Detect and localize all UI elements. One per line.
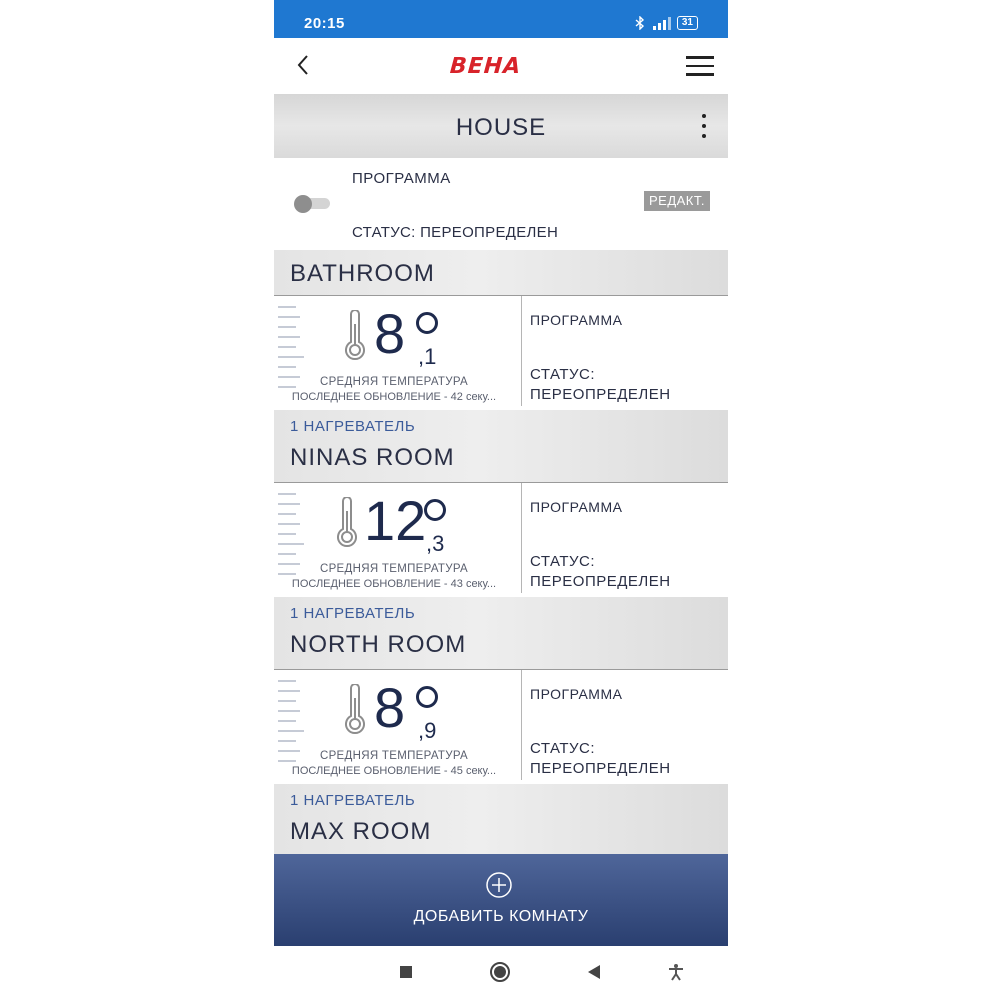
room-name: MAX ROOM [290,818,432,845]
accessibility-icon [669,964,683,981]
card-divider [521,670,522,780]
room-name: BATHROOM [290,260,435,287]
last-update-label: ПОСЛЕДНЕЕ ОБНОВЛЕНИЕ - 45 секу... [291,765,497,777]
program-label: ПРОГРАММА [352,170,451,187]
beha-logo: BEHA [449,54,523,79]
room-header-bathroom[interactable]: BATHROOM [274,250,728,295]
program-toggle[interactable] [294,195,330,213]
home-button[interactable] [488,960,512,984]
status-time: 20:15 [304,15,345,32]
hamburger-line [686,64,714,67]
room-program-label: ПРОГРАММА [530,499,623,515]
add-room-label: ДОБАВИТЬ КОМНАТУ [413,908,589,925]
room-status-value: ПЕРЕОПРЕДЕЛЕН [530,573,671,590]
room-program-label: ПРОГРАММА [530,312,623,328]
edit-button[interactable]: РЕДАКТ. [643,191,710,211]
heater-count: 1 НАГРЕВАТЕЛЬ [290,792,416,809]
house-options-button[interactable] [700,114,708,138]
add-room-button[interactable]: ДОБАВИТЬ КОМНАТУ [274,854,728,946]
menu-button[interactable] [686,52,714,78]
room-program-label: ПРОГРАММА [530,686,623,702]
thermometer-icon [345,684,365,735]
room-status-value: ПЕРЕОПРЕДЕЛЕН [530,386,671,403]
back-button[interactable] [288,50,318,80]
last-update-label: ПОСЛЕДНЕЕ ОБНОВЛЕНИЕ - 42 секу... [291,391,497,403]
degree-symbol [416,312,438,334]
app-bar: BEHA [274,38,728,94]
temperature-value: 8 [374,676,406,739]
hamburger-line [686,73,714,76]
circle-icon [490,962,510,982]
program-status: СТАТУС: ПЕРЕОПРЕДЕЛЕН [352,224,559,241]
heater-count: 1 НАГРЕВАТЕЛЬ [290,418,416,435]
square-icon [400,966,412,978]
room-header-north-room[interactable]: 1 НАГРЕВАТЕЛЬ NORTH ROOM [274,597,728,669]
temperature-decimal: ,3 [426,531,445,556]
card-divider [521,483,522,593]
recent-apps-button[interactable] [394,960,418,984]
room-name: NORTH ROOM [290,631,467,658]
room-status-label: СТАТУС: [530,553,596,570]
battery-icon: 31 [676,16,698,30]
average-temperature-label: СРЕДНЯЯ ТЕМПЕРАТУРА [319,376,469,388]
bluetooth-icon [635,16,644,30]
thermometer-icon [345,310,365,361]
chevron-left-icon [297,55,308,75]
card-divider [521,296,522,406]
average-temperature-label: СРЕДНЯЯ ТЕМПЕРАТУРА [319,563,469,575]
kebab-dot [702,114,706,118]
system-back-button[interactable] [582,960,606,984]
signal-icon [652,17,671,30]
degree-symbol [424,499,446,521]
status-icons: 31 [635,14,698,32]
room-name: NINAS ROOM [290,444,455,471]
system-nav-bar [274,946,728,1000]
house-title: HOUSE [455,114,547,141]
heater-count: 1 НАГРЕВАТЕЛЬ [290,605,416,622]
temperature-decimal: ,1 [418,344,437,369]
status-bar: 20:15 31 [274,0,728,38]
room-card-bathroom[interactable]: 8 ,1 СРЕДНЯЯ ТЕМПЕРАТУРА ПОСЛЕДНЕЕ ОБНОВ… [274,295,728,408]
temperature-decimal: ,9 [418,718,437,743]
plus-circle-icon [486,872,512,898]
house-program-row: ПРОГРАММА СТАТУС: ПЕРЕОПРЕДЕЛЕН РЕДАКТ. [274,158,728,250]
thermometer-icon [337,497,357,548]
room-header-ninas-room[interactable]: 1 НАГРЕВАТЕЛЬ NINAS ROOM [274,410,728,482]
average-temperature-label: СРЕДНЯЯ ТЕМПЕРАТУРА [319,750,469,762]
temperature-value: 12 [364,489,427,552]
kebab-dot [702,134,706,138]
temperature-value: 8 [374,302,406,365]
accessibility-button[interactable] [664,960,688,984]
room-status-value: ПЕРЕОПРЕДЕЛЕН [530,760,671,777]
toggle-knob [294,195,312,213]
last-update-label: ПОСЛЕДНЕЕ ОБНОВЛЕНИЕ - 43 секу... [291,578,497,590]
kebab-dot [702,124,706,128]
back-triangle-icon [588,965,600,979]
phone-screen: 20:15 31 BEHA HOUSE ПРОГРАММА СТАТУС: ПЕ… [274,0,728,1000]
room-card-north-room[interactable]: 8 ,9 СРЕДНЯЯ ТЕМПЕРАТУРА ПОСЛЕДНЕЕ ОБНОВ… [274,669,728,782]
house-header: HOUSE [274,94,728,158]
room-status-label: СТАТУС: [530,740,596,757]
room-header-max-room[interactable]: 1 НАГРЕВАТЕЛЬ MAX ROOM [274,784,728,854]
hamburger-line [686,56,714,59]
room-card-ninas-room[interactable]: 12 ,3 СРЕДНЯЯ ТЕМПЕРАТУРА ПОСЛЕДНЕЕ ОБНО… [274,482,728,595]
degree-symbol [416,686,438,708]
room-status-label: СТАТУС: [530,366,596,383]
